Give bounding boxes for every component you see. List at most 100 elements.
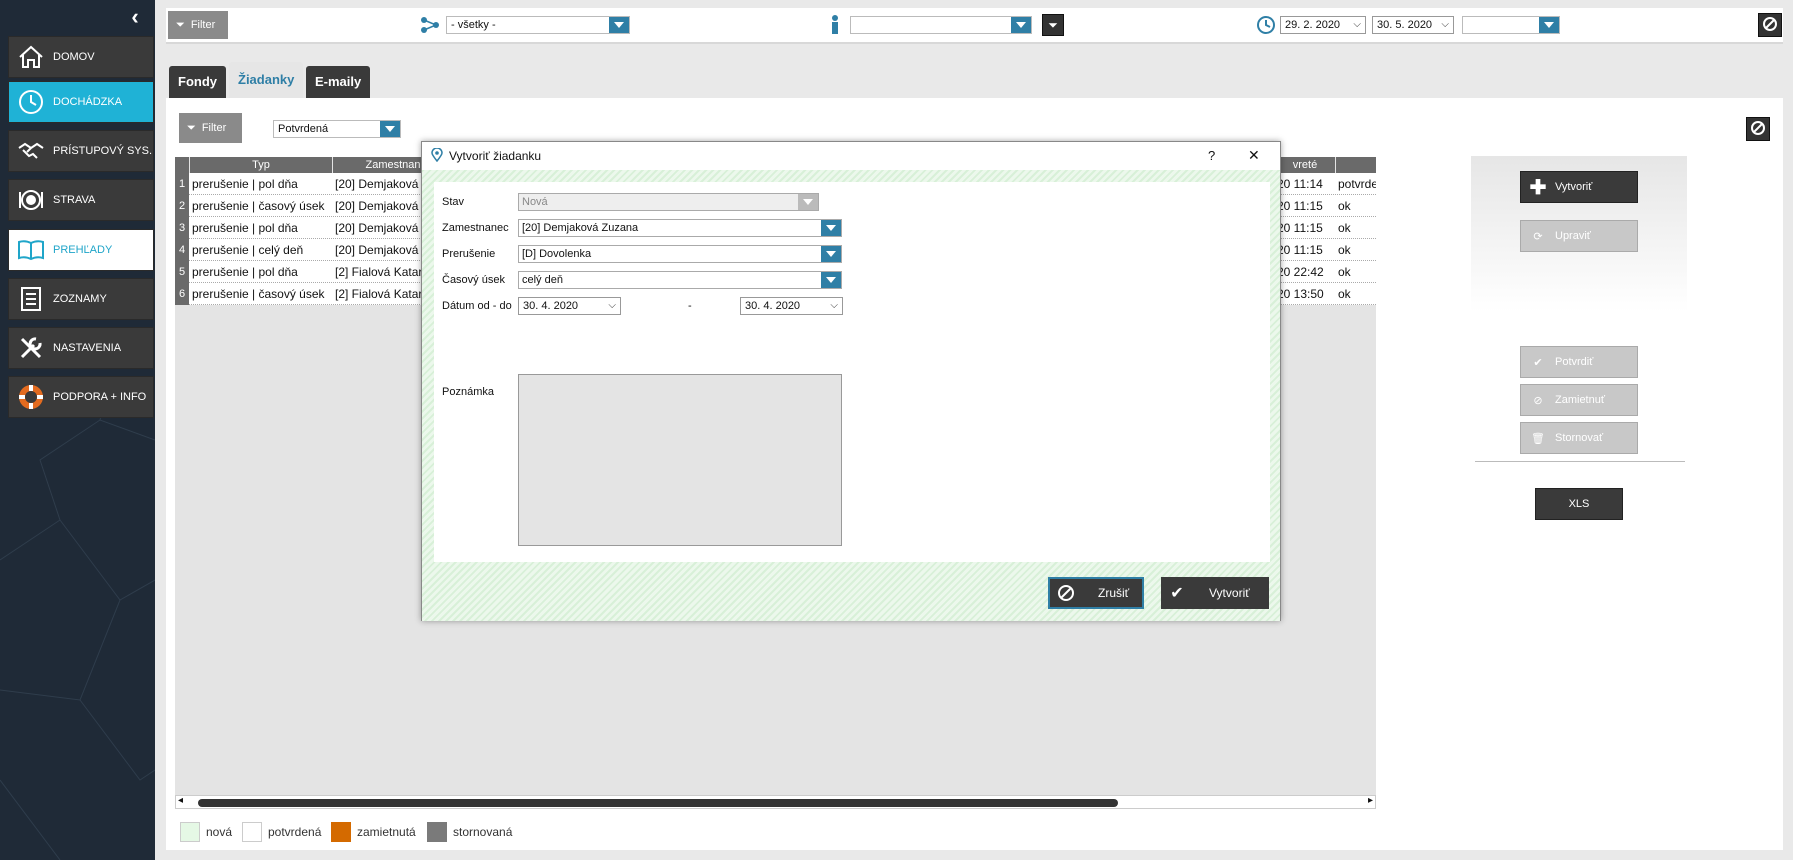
cell-stav: ok bbox=[1338, 199, 1351, 213]
status-select[interactable]: Potvrdená bbox=[273, 120, 401, 138]
clear-subfilter-button[interactable] bbox=[1746, 117, 1770, 141]
sidebar-item-strava[interactable]: STRAVA bbox=[8, 179, 154, 221]
sidebar-item-prehlady[interactable]: PREHĽADY bbox=[8, 229, 154, 271]
help-button[interactable]: ? bbox=[1208, 148, 1215, 163]
stav-select[interactable]: Nová bbox=[518, 193, 819, 211]
clear-filter-button[interactable] bbox=[1758, 13, 1782, 37]
zamestnanec-value: [20] Demjaková Zuzana bbox=[522, 222, 639, 234]
trash-icon: 🗑 bbox=[1531, 432, 1545, 445]
home-icon bbox=[9, 36, 53, 78]
sidebar-item-podpora[interactable]: PODPORA + INFO bbox=[8, 376, 154, 418]
sidebar-item-label: PRÍSTUPOVÝ SYS. bbox=[53, 145, 153, 157]
sidebar-item-label: PODPORA + INFO bbox=[53, 391, 147, 403]
prerusenie-value: [D] Dovolenka bbox=[522, 248, 592, 260]
edit-button[interactable]: ⟳ Upraviť bbox=[1520, 220, 1638, 252]
create-button[interactable]: ✚ Vytvoriť bbox=[1520, 171, 1638, 203]
collapse-sidebar-button[interactable]: ‹ bbox=[124, 6, 146, 28]
legend-swatch bbox=[331, 822, 351, 842]
date-to-value: 30. 4. 2020 bbox=[745, 300, 801, 312]
create-submit-button[interactable]: ✔ Vytvoriť bbox=[1161, 577, 1269, 609]
dialog-titlebar: Vytvoriť žiadanku ? ✕ bbox=[422, 142, 1280, 170]
chevron-down-icon bbox=[1011, 17, 1031, 33]
create-submit-label: Vytvoriť bbox=[1209, 586, 1250, 600]
tab-fondy[interactable]: Fondy bbox=[169, 66, 226, 98]
cell-stav: potvrde bbox=[1338, 177, 1376, 191]
cell-typ: prerušenie | časový úsek bbox=[192, 199, 325, 213]
sidebar-item-pristupovy[interactable]: PRÍSTUPOVÝ SYS. bbox=[8, 130, 154, 172]
clock-icon bbox=[1256, 15, 1276, 38]
legend-swatch bbox=[427, 822, 447, 842]
legend-label: nová bbox=[206, 825, 233, 839]
status-select-value: Potvrdená bbox=[278, 123, 329, 135]
check-icon: ✔ bbox=[1170, 585, 1184, 602]
cancel-request-button[interactable]: 🗑 Stornovať bbox=[1520, 422, 1638, 454]
confirm-button[interactable]: ✔ Potvrdiť bbox=[1520, 346, 1638, 378]
sidebar: ‹ DOMOV DOCHÁDZKA PRÍSTUPOVÝ SYS. STRAVA… bbox=[0, 0, 155, 860]
location-pin-icon bbox=[431, 146, 443, 165]
legend-swatch bbox=[242, 822, 262, 842]
tab-ziadanky[interactable]: Žiadanky bbox=[229, 62, 304, 98]
book-icon bbox=[9, 229, 53, 271]
date-from-value: 29. 2. 2020 bbox=[1285, 19, 1341, 31]
chevron-down-icon bbox=[821, 272, 841, 288]
funnel-icon: ⏷ bbox=[187, 121, 196, 134]
date-to-field[interactable]: 30. 5. 2020 ⌵ bbox=[1372, 16, 1454, 34]
sidebar-item-label: DOCHÁDZKA bbox=[53, 96, 123, 108]
cancel-request-label: Stornovať bbox=[1555, 432, 1604, 444]
date-separator: - bbox=[688, 300, 692, 312]
reject-label: Zamietnuť bbox=[1555, 394, 1605, 406]
group-select[interactable]: - všetky - bbox=[446, 16, 630, 34]
scroll-right-icon[interactable]: ▸ bbox=[1368, 795, 1373, 806]
scroll-left-icon[interactable]: ◂ bbox=[178, 795, 183, 806]
sidebar-item-dochadzka[interactable]: DOCHÁDZKA bbox=[8, 81, 154, 123]
legend-rejected: zamietnutá bbox=[331, 822, 416, 842]
cell-typ: prerušenie | časový úsek bbox=[192, 287, 325, 301]
casovy-usek-label: Časový úsek bbox=[442, 274, 505, 286]
row-number: 3 bbox=[175, 217, 189, 239]
cell-time: 20 11:14 bbox=[1277, 177, 1323, 191]
clock-icon bbox=[9, 81, 53, 123]
poznamka-textarea[interactable] bbox=[518, 374, 842, 546]
person-filter-button[interactable]: ⏷ bbox=[1042, 14, 1064, 36]
column-header-vytvorene[interactable]: vreté bbox=[1275, 157, 1335, 173]
extra-select[interactable] bbox=[1462, 16, 1560, 34]
column-header-stav[interactable] bbox=[1336, 157, 1376, 173]
xls-export-button[interactable]: XLS bbox=[1535, 488, 1623, 520]
date-from-field[interactable]: 29. 2. 2020 ⌵ bbox=[1280, 16, 1366, 34]
horizontal-scrollbar[interactable]: ◂ ▸ bbox=[175, 795, 1376, 809]
scrollbar-thumb[interactable] bbox=[198, 799, 1118, 807]
lifebuoy-icon bbox=[9, 376, 53, 418]
date-from-field[interactable]: 30. 4. 2020 ⌵ bbox=[518, 297, 621, 315]
chevron-down-icon bbox=[798, 194, 818, 210]
filter-button[interactable]: ⏷ Filter bbox=[168, 11, 228, 39]
row-number-header bbox=[175, 157, 189, 173]
subfilter-button[interactable]: ⏷ Filter bbox=[179, 113, 242, 143]
sidebar-item-nastavenia[interactable]: NASTAVENIA bbox=[8, 327, 154, 369]
dialog-body: Stav Nová Zamestnanec [20] Demjaková Zuz… bbox=[422, 170, 1280, 621]
sidebar-item-label: PREHĽADY bbox=[53, 244, 113, 256]
cell-typ: prerušenie | pol dňa bbox=[192, 177, 298, 191]
dialog-form: Stav Nová Zamestnanec [20] Demjaková Zuz… bbox=[434, 182, 1270, 562]
tools-icon bbox=[9, 327, 53, 369]
prerusenie-select[interactable]: [D] Dovolenka bbox=[518, 245, 842, 263]
cell-stav: ok bbox=[1338, 265, 1351, 279]
funnel-icon: ⏷ bbox=[1048, 17, 1058, 32]
legend-confirmed: potvrdená bbox=[242, 822, 321, 842]
date-to-field[interactable]: 30. 4. 2020 ⌵ bbox=[740, 297, 843, 315]
reject-button[interactable]: ⊘ Zamietnuť bbox=[1520, 384, 1638, 416]
confirm-label: Potvrdiť bbox=[1555, 356, 1594, 368]
zamestnanec-select[interactable]: [20] Demjaková Zuzana bbox=[518, 219, 842, 237]
row-number: 6 bbox=[175, 283, 189, 305]
tab-emaily[interactable]: E-maily bbox=[306, 66, 371, 98]
person-icon bbox=[830, 15, 840, 38]
casovy-usek-select[interactable]: celý deň bbox=[518, 271, 842, 289]
chevron-down-icon: ⌵ bbox=[1353, 19, 1361, 30]
dialog-title: Vytvoriť žiadanku bbox=[449, 149, 542, 163]
sidebar-item-zoznamy[interactable]: ZOZNAMY bbox=[8, 278, 154, 320]
legend-label: stornovaná bbox=[453, 825, 513, 839]
close-button[interactable]: ✕ bbox=[1248, 147, 1260, 164]
cancel-button[interactable]: Zrušiť bbox=[1048, 577, 1144, 609]
person-select[interactable] bbox=[850, 16, 1032, 34]
column-header-typ[interactable]: Typ bbox=[190, 157, 332, 173]
sidebar-item-domov[interactable]: DOMOV bbox=[8, 36, 154, 78]
